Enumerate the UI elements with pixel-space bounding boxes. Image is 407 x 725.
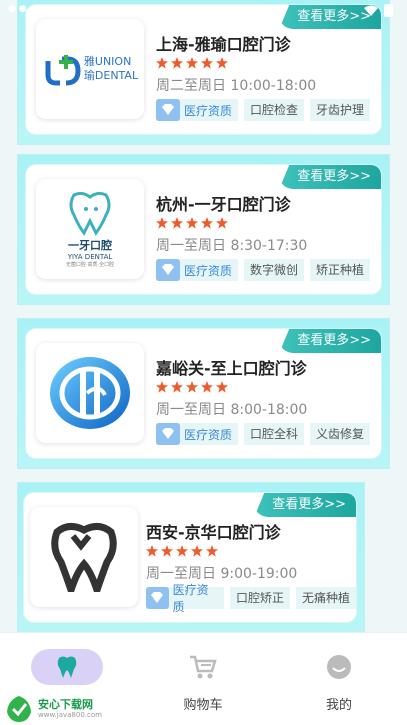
qualification-label: 医疗资质	[184, 263, 233, 278]
tab-cart-label: 购物车	[183, 698, 223, 713]
tag-row: 医疗资质 数字微创 矫正种植	[156, 259, 371, 281]
union-dental-logo-icon	[45, 55, 81, 86]
qualification-badge[interactable]: 医疗资质	[156, 259, 239, 281]
star-icon	[216, 57, 228, 69]
logo-text-bottom: 瑜DENTAL	[83, 69, 139, 82]
star-icon	[186, 381, 198, 393]
star-icon	[191, 545, 203, 557]
view-more-button[interactable]: 查看更多>>	[279, 5, 381, 29]
shield-icon	[146, 587, 169, 609]
tab-profile-label: 我的	[325, 698, 352, 713]
tag-row: 医疗资质 口腔矫正 无痛种植	[146, 583, 356, 614]
clinic-card[interactable]: 查看更多>> 一牙口腔 YIYA DENTAL 无菌口腔·高质·全口腔 杭州-一…	[26, 165, 381, 294]
tag-row: 医疗资质 口腔检查 牙齿护理	[156, 99, 371, 121]
star-icon	[156, 217, 168, 229]
clinic-card[interactable]: 查看更多>> 西安-京华口腔门诊 周一至周日 9:00-19:00 医疗资质 口…	[24, 493, 356, 622]
clinic-logo	[30, 507, 138, 607]
view-more-button[interactable]: 查看更多>>	[279, 329, 381, 353]
rating-stars	[156, 57, 228, 69]
tab-home[interactable]	[31, 649, 103, 694]
watermark-url: www.java800.com	[38, 711, 102, 719]
clinic-logo	[36, 343, 144, 443]
star-icon	[171, 57, 183, 69]
clinic-card-wrapper: 查看更多>> 嘉峪关-至上口腔门诊 周一至周日 8:00-18:00 医疗资质 …	[17, 318, 390, 469]
opening-hours: 周一至周日 9:00-19:00	[146, 566, 298, 582]
service-tag: 无痛种植	[295, 587, 356, 609]
clinic-title: 西安-京华口腔门诊	[146, 523, 281, 542]
profile-icon	[327, 655, 351, 679]
star-icon	[201, 57, 213, 69]
service-tag: 口腔矫正	[229, 587, 290, 609]
star-icon	[161, 545, 173, 557]
yiya-dental-logo-icon	[69, 191, 111, 236]
star-icon	[171, 381, 183, 393]
site-watermark: 安心下载网 www.java800.com	[4, 694, 102, 724]
clinic-card-wrapper: 查看更多>> 一牙口腔 YIYA DENTAL 无菌口腔·高质·全口腔 杭州-一…	[17, 154, 390, 305]
shield-icon	[156, 99, 180, 121]
star-icon	[156, 57, 168, 69]
tab-home-pill	[31, 649, 103, 685]
rating-stars	[146, 545, 218, 557]
view-more-button[interactable]: 查看更多>>	[279, 165, 381, 189]
opening-hours: 周一至周日 8:30-17:30	[156, 238, 308, 254]
clinic-title: 杭州-一牙口腔门诊	[156, 195, 291, 214]
view-more-button[interactable]: 查看更多>>	[254, 493, 356, 517]
star-icon	[216, 381, 228, 393]
logo-text-sub: 无菌口腔·高质·全口腔	[65, 261, 115, 268]
opening-hours: 周一至周日 8:00-18:00	[156, 402, 308, 418]
clinic-list[interactable]: 查看更多>> 雅UNION 瑜DENTAL 上海-雅瑜口腔门诊 周二至周日 10…	[0, 0, 407, 632]
qualification-label: 医疗资质	[172, 583, 209, 614]
cart-icon	[190, 655, 217, 679]
logo-text-top: 一牙口腔	[68, 238, 112, 252]
star-icon	[216, 217, 228, 229]
zhishang-dental-logo-icon	[50, 357, 130, 429]
service-tag: 口腔检查	[244, 99, 305, 121]
star-icon	[146, 545, 158, 557]
star-icon	[156, 381, 168, 393]
service-tag: 义齿修复	[310, 423, 371, 445]
tab-profile[interactable]: 我的	[303, 649, 375, 713]
rating-stars	[156, 217, 228, 229]
watermark-title: 安心下载网	[38, 698, 93, 711]
clinic-title: 上海-雅瑜口腔门诊	[156, 35, 291, 54]
service-tag: 矫正种植	[310, 259, 371, 281]
rating-stars	[156, 381, 228, 393]
tag-row: 医疗资质 口腔全科 义齿修复	[156, 423, 371, 445]
opening-hours: 周二至周日 10:00-18:00	[156, 78, 317, 94]
qualification-badge[interactable]: 医疗资质	[146, 583, 224, 614]
star-icon	[186, 57, 198, 69]
clinic-card-wrapper: 查看更多>> 西安-京华口腔门诊 周一至周日 9:00-19:00 医疗资质 口…	[17, 482, 365, 632]
clinic-card[interactable]: 查看更多>> 嘉峪关-至上口腔门诊 周一至周日 8:00-18:00 医疗资质 …	[26, 329, 381, 458]
tooth-icon	[57, 656, 77, 678]
qualification-label: 医疗资质	[184, 427, 233, 442]
star-icon	[201, 381, 213, 393]
service-tag: 口腔全科	[244, 423, 305, 445]
star-icon	[176, 545, 188, 557]
logo-text-bottom: YIYA DENTAL	[67, 252, 113, 261]
shield-icon	[156, 259, 180, 281]
qualification-badge[interactable]: 医疗资质	[156, 423, 239, 445]
tooth-outline-logo-icon	[51, 523, 117, 592]
shield-icon	[156, 423, 180, 445]
logo-text-top: 雅UNION	[83, 55, 132, 68]
tab-cart[interactable]: 购物车	[167, 649, 239, 713]
anxin-logo-icon	[7, 696, 31, 722]
service-tag: 牙齿护理	[310, 99, 371, 121]
clinic-card-wrapper: 查看更多>> 雅UNION 瑜DENTAL 上海-雅瑜口腔门诊 周二至周日 10…	[17, 0, 390, 145]
star-icon	[201, 217, 213, 229]
star-icon	[206, 545, 218, 557]
clinic-logo: 雅UNION 瑜DENTAL	[36, 19, 144, 119]
clinic-title: 嘉峪关-至上口腔门诊	[156, 359, 307, 378]
star-icon	[171, 217, 183, 229]
clinic-card[interactable]: 查看更多>> 雅UNION 瑜DENTAL 上海-雅瑜口腔门诊 周二至周日 10…	[26, 5, 381, 134]
qualification-label: 医疗资质	[184, 103, 233, 118]
service-tag: 数字微创	[244, 259, 305, 281]
qualification-badge[interactable]: 医疗资质	[156, 99, 239, 121]
clinic-logo: 一牙口腔 YIYA DENTAL 无菌口腔·高质·全口腔	[36, 179, 144, 279]
star-icon	[186, 217, 198, 229]
